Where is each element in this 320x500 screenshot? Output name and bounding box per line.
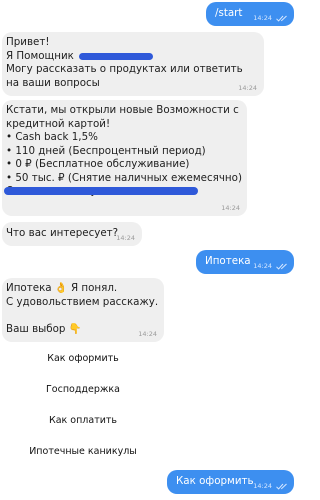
message-text: Ипотека 👌 Я понял. С удовольствием расск… <box>6 282 159 335</box>
message-text: /start <box>215 7 243 19</box>
message-outgoing: /start 14:24 <box>206 2 294 26</box>
message-text: Кстати, мы открыли новые Возможности с к… <box>6 104 242 197</box>
message-text: Что вас интересует? <box>6 227 119 239</box>
message-time: 14:24 <box>221 204 240 212</box>
double-check-icon <box>276 15 287 22</box>
message-incoming: Привет! Я Помощник Могу рассказать о про… <box>2 32 264 96</box>
message-text: Ипотека <box>205 255 251 267</box>
message-incoming: Что вас интересует? 14:24 <box>2 222 142 246</box>
message-time: 14:24 <box>253 14 272 22</box>
message-text: Как оформить <box>176 475 254 487</box>
message-time: 14:24 <box>116 234 135 242</box>
keyboard-button-state-support[interactable]: Господдержка <box>0 379 166 401</box>
message-time: 14:24 <box>138 330 157 338</box>
double-check-icon <box>276 263 287 270</box>
message-time: 14:24 <box>238 84 257 92</box>
message-time: 14:24 <box>253 482 272 490</box>
keyboard-button-mortgage-holidays[interactable]: Ипотечные каникулы <box>0 441 166 463</box>
redacted-link-mark <box>4 187 198 195</box>
message-text: Привет! Я Помощник Могу рассказать о про… <box>6 36 243 89</box>
keyboard-button-how-to-apply[interactable]: Как оформить <box>0 348 166 370</box>
double-check-icon <box>276 483 287 490</box>
redacted-name-mark <box>79 53 153 60</box>
message-incoming: Ипотека 👌 Я понял. С удовольствием расск… <box>2 278 164 342</box>
keyboard-button-how-to-pay[interactable]: Как оплатить <box>0 410 166 432</box>
message-time: 14:24 <box>253 262 272 270</box>
message-outgoing: Как оформить 14:24 <box>167 470 294 494</box>
message-outgoing: Ипотека 14:24 <box>196 250 294 274</box>
message-incoming: Кстати, мы открыли новые Возможности с к… <box>2 100 247 216</box>
